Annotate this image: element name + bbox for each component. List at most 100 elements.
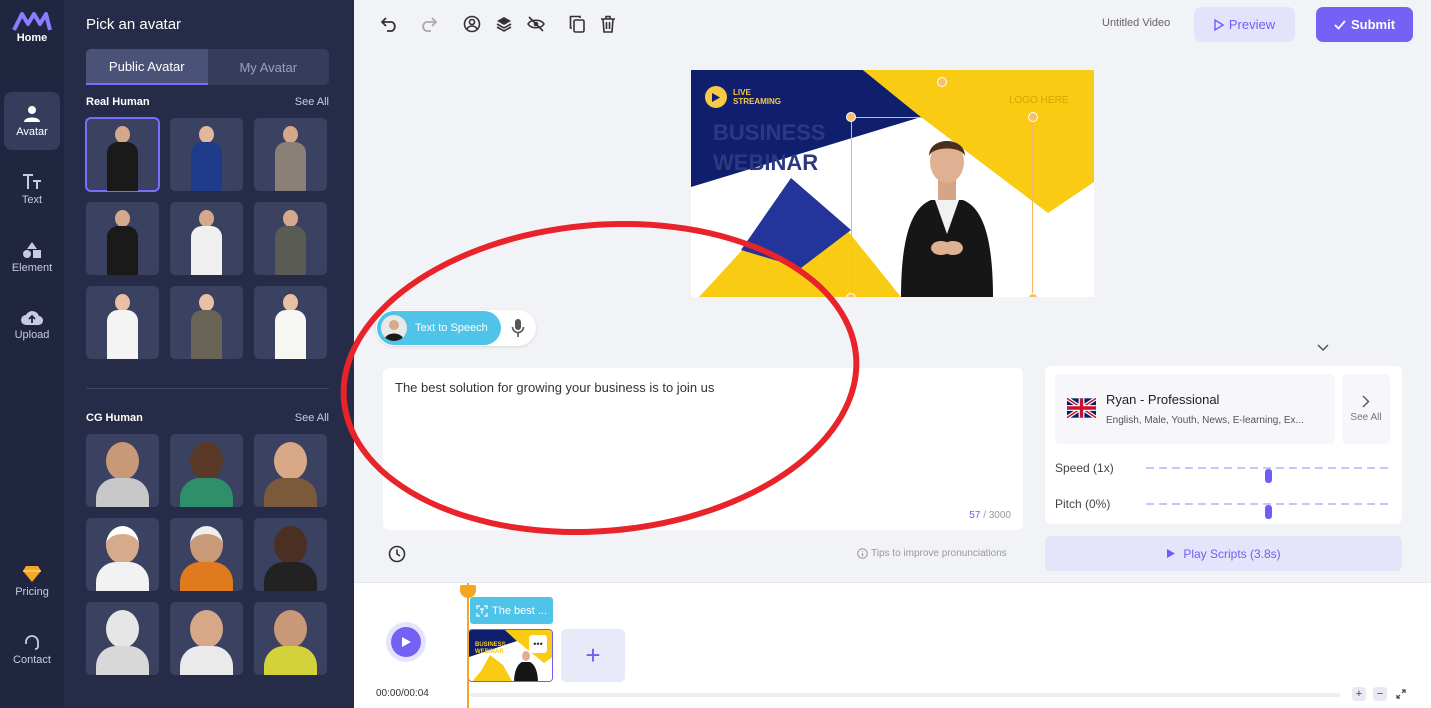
pitch-slider[interactable] — [1146, 503, 1390, 519]
rotate-handle[interactable] — [937, 77, 947, 87]
rail-item-avatar[interactable]: Avatar — [4, 92, 60, 150]
avatar-tile[interactable] — [86, 518, 159, 591]
script-text[interactable]: The best solution for growing your busin… — [395, 380, 714, 395]
delete-button[interactable] — [598, 14, 618, 34]
script-textarea[interactable]: The best solution for growing your busin… — [383, 368, 1023, 530]
logo-icon — [12, 12, 52, 31]
plus-icon: + — [585, 640, 601, 670]
selection-box — [851, 117, 1033, 297]
avatar-tile[interactable] — [86, 286, 159, 359]
rail-item-upload[interactable]: Upload — [4, 296, 60, 354]
resize-handle[interactable] — [1028, 112, 1038, 122]
timeline-play-button[interactable] — [391, 627, 421, 657]
resize-handle[interactable] — [846, 293, 856, 297]
script-clip[interactable]: The best ... — [470, 597, 553, 624]
document-title[interactable]: Untitled Video — [1102, 17, 1170, 29]
pitch-label: Pitch (0%) — [1055, 497, 1111, 511]
redo-button[interactable] — [418, 14, 438, 34]
thumb-headline: BUSINESS WEBINAR — [475, 642, 506, 656]
avatar-tile[interactable] — [85, 117, 160, 192]
home-button[interactable]: Home — [10, 10, 54, 50]
thumb-headline-line1: BUSINESS — [475, 642, 506, 648]
avatar-tile[interactable] — [86, 434, 159, 507]
real-human-grid — [85, 117, 327, 359]
rail-item-contact[interactable]: Contact — [4, 620, 60, 678]
avatar-tile[interactable] — [170, 434, 243, 507]
speed-thumb[interactable] — [1265, 469, 1272, 483]
tab-public-avatar[interactable]: Public Avatar — [86, 49, 208, 85]
clock-icon — [388, 545, 406, 563]
avatar-tile[interactable] — [254, 602, 327, 675]
resize-handle[interactable] — [846, 112, 856, 122]
see-all-link[interactable]: See All — [295, 412, 329, 424]
avatar-tile[interactable] — [170, 602, 243, 675]
real-human-header: Real Human See All — [86, 96, 329, 108]
canvas-headline: BUSINESS WEBINAR — [713, 118, 825, 178]
hide-button[interactable] — [526, 14, 546, 34]
clip-more-button[interactable]: ••• — [529, 635, 547, 653]
thumb-headline-line2: WEBINAR — [475, 649, 504, 655]
avatar-tile[interactable] — [254, 518, 327, 591]
tab-my-avatar[interactable]: My Avatar — [208, 49, 330, 85]
voice-selector[interactable]: Ryan - Professional English, Male, Youth… — [1055, 374, 1335, 444]
panel-title: Pick an avatar — [86, 16, 182, 33]
video-canvas[interactable]: LIVE STREAMING BUSINESS WEBINAR LOGO HERE — [691, 70, 1094, 297]
avatar-tile[interactable] — [254, 286, 327, 359]
add-scene-button[interactable]: + — [561, 629, 625, 682]
play-outline-icon — [1214, 18, 1224, 31]
avatar-tile[interactable] — [86, 202, 159, 275]
text-icon — [23, 173, 41, 189]
rail-item-element[interactable]: Element — [4, 228, 60, 286]
avatar-tile[interactable] — [86, 602, 159, 675]
avatar-tile[interactable] — [170, 118, 243, 191]
layers-button[interactable] — [494, 14, 514, 34]
pronunciation-tips-link[interactable]: Tips to improve pronunciations — [857, 548, 1007, 559]
rail-item-pricing[interactable]: Pricing — [4, 552, 60, 610]
duplicate-button[interactable] — [567, 14, 587, 34]
see-all-link[interactable]: See All — [295, 96, 329, 108]
avatar-tile[interactable] — [170, 286, 243, 359]
section-divider — [86, 388, 329, 389]
more-icon: ••• — [533, 639, 543, 649]
undo-button[interactable] — [380, 14, 400, 34]
trash-icon — [601, 15, 615, 33]
speed-slider[interactable] — [1146, 467, 1390, 483]
avatar-panel: Pick an avatar Public Avatar My Avatar R… — [64, 0, 354, 708]
rail-item-text[interactable]: Text — [4, 160, 60, 218]
rail-item-label: Avatar — [16, 125, 48, 138]
headset-icon — [25, 634, 39, 650]
home-label: Home — [16, 32, 48, 44]
zoom-in-button[interactable]: + — [1352, 687, 1366, 701]
timeline-scrollbar[interactable] — [470, 693, 1340, 697]
microphone-icon — [511, 319, 525, 337]
submit-button[interactable]: Submit — [1316, 7, 1413, 42]
play-scripts-button[interactable]: Play Scripts (3.8s) — [1045, 536, 1402, 571]
submit-label: Submit — [1350, 17, 1396, 32]
voice-see-all-button[interactable]: See All — [1342, 374, 1390, 444]
char-max: / 3000 — [983, 510, 1011, 521]
pitch-thumb[interactable] — [1265, 505, 1272, 519]
record-audio-tab[interactable] — [511, 318, 525, 343]
tts-switch: Text to Speech — [376, 310, 536, 346]
avatar-tile[interactable] — [170, 202, 243, 275]
avatar-tile[interactable] — [254, 434, 327, 507]
zoom-out-button[interactable]: − — [1373, 687, 1387, 701]
expand-icon — [1396, 689, 1406, 699]
live-line1: LIVE — [733, 88, 751, 97]
undo-icon — [381, 17, 396, 32]
text-to-speech-tab[interactable]: Text to Speech — [377, 311, 501, 345]
preview-button[interactable]: Preview — [1194, 7, 1295, 42]
person-icon — [24, 105, 40, 122]
avatar-tile[interactable] — [254, 202, 327, 275]
headline-line1: BUSINESS — [713, 120, 826, 145]
avatar-tile[interactable] — [254, 118, 327, 191]
scene-clip[interactable]: BUSINESS WEBINAR ••• — [468, 629, 553, 682]
playhead[interactable] — [467, 583, 469, 708]
fit-button[interactable] — [1394, 687, 1408, 701]
clip-label-text: The best ... — [492, 604, 548, 617]
resize-handle[interactable] — [1028, 293, 1038, 297]
pause-insert-button[interactable] — [388, 545, 406, 568]
avatar-toggle-button[interactable] — [462, 14, 482, 34]
avatar-tile[interactable] — [170, 518, 243, 591]
collapse-script-button[interactable] — [1290, 340, 1356, 356]
